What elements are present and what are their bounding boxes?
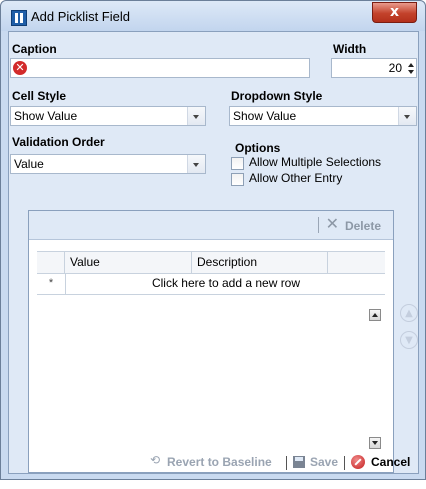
- width-label: Width: [333, 42, 367, 56]
- chevron-down-icon[interactable]: [187, 107, 205, 125]
- cell-style-label: Cell Style: [12, 89, 67, 103]
- new-row[interactable]: * Click here to add a new row: [37, 273, 385, 295]
- footer-separator: [344, 456, 345, 470]
- save-icon[interactable]: [293, 456, 305, 468]
- add-picklist-field-dialog: Add Picklist Field x Caption ✕ Width 20 …: [0, 0, 426, 480]
- allow-other-label[interactable]: Allow Other Entry: [249, 171, 342, 185]
- toolbar-separator: [318, 217, 319, 233]
- dialog-body: Caption ✕ Width 20 Cell Style Show Value…: [8, 31, 419, 474]
- cancel-button[interactable]: Cancel: [371, 455, 410, 469]
- column-header-description[interactable]: Description: [192, 252, 328, 273]
- revert-to-baseline-button[interactable]: Revert to Baseline: [167, 455, 272, 469]
- width-stepper[interactable]: 20: [331, 58, 417, 78]
- grid-scrollbar[interactable]: [369, 309, 381, 449]
- scroll-down-button[interactable]: [369, 437, 381, 449]
- cell-style-select[interactable]: Show Value: [10, 106, 206, 126]
- picklist-grid-panel: ✕ Delete Value Description * Click here …: [28, 210, 394, 473]
- footer-separator: [286, 456, 287, 470]
- app-icon: [11, 10, 27, 26]
- cancel-icon[interactable]: [351, 455, 365, 469]
- allow-other-checkbox[interactable]: [231, 173, 244, 186]
- revert-icon[interactable]: ⟲: [150, 453, 160, 467]
- options-label: Options: [235, 141, 281, 155]
- row-header-corner: [37, 252, 65, 273]
- title-bar[interactable]: Add Picklist Field x: [1, 1, 425, 31]
- dropdown-style-label: Dropdown Style: [231, 89, 323, 103]
- spin-up-icon[interactable]: [408, 63, 414, 67]
- delete-button[interactable]: Delete: [345, 219, 381, 233]
- delete-icon[interactable]: ✕: [326, 214, 339, 233]
- grid-header: Value Description: [37, 251, 385, 274]
- dropdown-style-value: Show Value: [233, 109, 297, 123]
- save-button[interactable]: Save: [310, 455, 338, 469]
- move-down-icon[interactable]: ▼: [400, 331, 418, 349]
- caption-input[interactable]: ✕: [10, 58, 310, 78]
- validation-order-value: Value: [14, 157, 44, 171]
- spin-down-icon[interactable]: [408, 70, 414, 74]
- move-up-icon[interactable]: ▲: [400, 304, 418, 322]
- dialog-footer: ⟲ Revert to Baseline Save Cancel: [9, 452, 418, 473]
- allow-multiple-label[interactable]: Allow Multiple Selections: [249, 155, 381, 169]
- validation-order-label: Validation Order: [12, 135, 105, 149]
- close-button[interactable]: x: [372, 2, 417, 23]
- error-icon: ✕: [13, 61, 27, 75]
- new-row-marker: *: [37, 273, 66, 294]
- width-value: 20: [388, 61, 402, 75]
- caption-label: Caption: [12, 42, 57, 56]
- chevron-down-icon[interactable]: [398, 107, 416, 125]
- window-title: Add Picklist Field: [31, 9, 130, 24]
- column-header-value[interactable]: Value: [65, 252, 192, 273]
- add-new-row-prompt[interactable]: Click here to add a new row: [67, 273, 385, 294]
- scroll-up-button[interactable]: [369, 309, 381, 321]
- cell-style-value: Show Value: [14, 109, 78, 123]
- dropdown-style-select[interactable]: Show Value: [229, 106, 417, 126]
- column-header-extra: [328, 252, 385, 273]
- validation-order-select[interactable]: Value: [10, 154, 206, 174]
- chevron-down-icon[interactable]: [187, 155, 205, 173]
- grid-toolbar: ✕ Delete: [29, 211, 393, 240]
- allow-multiple-checkbox[interactable]: [231, 157, 244, 170]
